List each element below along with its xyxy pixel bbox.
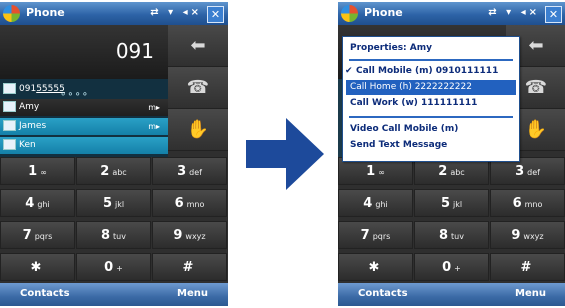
app-title: Phone xyxy=(26,6,65,19)
suggestion-amy[interactable]: Amy m▸ xyxy=(0,99,168,116)
menu-call-mobile[interactable]: ✔ Call Mobile (m) 0910111111 xyxy=(345,64,516,79)
menu-separator xyxy=(349,59,513,61)
menu-send-text[interactable]: Send Text Message xyxy=(346,138,516,153)
number-display: 091 xyxy=(0,25,168,79)
close-button[interactable]: ✕ xyxy=(545,6,562,23)
backspace-icon: ⬅ xyxy=(190,35,206,56)
status-icons: ⇄ ▾ ◂× xyxy=(488,7,540,18)
key-star[interactable]: ✱ xyxy=(0,253,75,281)
suggestion-text: Ken xyxy=(19,140,36,150)
key-hash[interactable]: # xyxy=(152,253,227,281)
title-bar: Phone ⇄ ▾ ◂× ✕ xyxy=(338,2,565,25)
key-hash[interactable]: # xyxy=(490,253,565,281)
busy-indicator-icon: ∘∘∘∘ xyxy=(60,89,90,100)
suggestion-ken[interactable]: Ken xyxy=(0,137,168,154)
key-3[interactable]: 3 def xyxy=(152,157,227,185)
keypad: 1 ∞ 2 abc 3 def 4 ghi 5 jkl 6 mno 7 pqrs 8 tuv 9… xyxy=(338,157,565,283)
contacts-softkey[interactable]: Contacts xyxy=(20,288,70,299)
key-9[interactable]: 9 wxyz xyxy=(152,221,227,249)
softkey-bar: Contacts Menu xyxy=(338,283,565,306)
contact-card-icon xyxy=(3,101,16,112)
end-button[interactable]: ✋ xyxy=(168,109,228,151)
key-0[interactable]: 0 + xyxy=(76,253,151,281)
menu-softkey[interactable]: Menu xyxy=(515,288,546,299)
mobile-marker: m▸ xyxy=(148,122,160,131)
key-star[interactable]: ✱ xyxy=(338,253,413,281)
check-icon: ✔ xyxy=(345,66,353,76)
suggestion-text: Amy xyxy=(19,102,40,112)
smart-dial-list: 09155555 Amy m▸ James m▸ Ken ∘∘∘∘ xyxy=(0,79,168,157)
talk-button[interactable]: ☎ xyxy=(168,67,228,109)
menu-properties[interactable]: Properties: Amy xyxy=(346,41,516,56)
dialer-screen: ⬅ ☎ ✋ 1 ∞ 2 abc 3 def 4 ghi 5 jkl 6 mno 7 pqrs … xyxy=(338,25,565,283)
key-0[interactable]: 0 + xyxy=(414,253,489,281)
contact-card-icon xyxy=(3,120,16,131)
menu-call-work[interactable]: Call Work (w) 111111111 xyxy=(346,96,516,111)
menu-separator xyxy=(349,116,513,118)
backspace-icon: ⬅ xyxy=(528,35,544,56)
menu-call-home[interactable]: Call Home (h) 2222222222 xyxy=(346,80,516,95)
app-title: Phone xyxy=(364,6,403,19)
context-menu: Properties: Amy ✔ Call Mobile (m) 0910111… xyxy=(342,36,520,162)
status-icons: ⇄ ▾ ◂× xyxy=(150,7,202,18)
contact-card-icon xyxy=(3,139,16,150)
phone-icon xyxy=(3,83,16,94)
key-7[interactable]: 7 pqrs xyxy=(338,221,413,249)
key-6[interactable]: 6 mno xyxy=(490,189,565,217)
title-bar: Phone ⇄ ▾ ◂× ✕ xyxy=(0,2,228,25)
menu-video-call[interactable]: Video Call Mobile (m) xyxy=(346,122,516,137)
key-9[interactable]: 9 wxyz xyxy=(490,221,565,249)
softkey-bar: Contacts Menu xyxy=(0,283,228,306)
mobile-marker: m▸ xyxy=(148,103,160,112)
key-8[interactable]: 8 tuv xyxy=(414,221,489,249)
dialed-number: 091 xyxy=(115,39,154,63)
key-6[interactable]: 6 mno xyxy=(152,189,227,217)
end-icon: ✋ xyxy=(524,119,548,140)
phone-screen-after: Phone ⇄ ▾ ◂× ✕ ⬅ ☎ ✋ 1 ∞ 2 abc 3 def 4 ghi 5… xyxy=(338,2,565,306)
talk-icon: ☎ xyxy=(186,77,210,98)
key-5[interactable]: 5 jkl xyxy=(414,189,489,217)
key-5[interactable]: 5 jkl xyxy=(76,189,151,217)
key-2[interactable]: 2 abc xyxy=(76,157,151,185)
backspace-button[interactable]: ⬅ xyxy=(168,25,228,67)
start-menu-icon[interactable] xyxy=(3,5,20,22)
suggestion-text: James xyxy=(19,121,47,131)
arrow-shape xyxy=(246,118,324,190)
contacts-softkey[interactable]: Contacts xyxy=(358,288,408,299)
menu-softkey[interactable]: Menu xyxy=(177,288,208,299)
key-1[interactable]: 1 ∞ xyxy=(0,157,75,185)
suggestion-james[interactable]: James m▸ xyxy=(0,118,168,135)
dialer-screen: 091 ⬅ ☎ ✋ 09155555 Amy m▸ James m▸ Ken ∘∘∘… xyxy=(0,25,228,283)
start-menu-icon[interactable] xyxy=(341,5,358,22)
key-4[interactable]: 4 ghi xyxy=(338,189,413,217)
menu-label: Call Mobile (m) 0910111111 xyxy=(356,66,499,76)
phone-screen-before: Phone ⇄ ▾ ◂× ✕ 091 ⬅ ☎ ✋ 09155555 Amy m▸ … xyxy=(0,2,228,306)
key-4[interactable]: 4 ghi xyxy=(0,189,75,217)
talk-icon: ☎ xyxy=(524,77,548,98)
keypad: 1 ∞ 2 abc 3 def 4 ghi 5 jkl 6 mno 7 pqrs 8 tuv 9… xyxy=(0,157,228,283)
close-button[interactable]: ✕ xyxy=(207,6,224,23)
transition-arrow-icon xyxy=(246,118,324,190)
key-8[interactable]: 8 tuv xyxy=(76,221,151,249)
suggestion-text: 091 xyxy=(19,84,37,94)
key-7[interactable]: 7 pqrs xyxy=(0,221,75,249)
end-icon: ✋ xyxy=(186,119,210,140)
